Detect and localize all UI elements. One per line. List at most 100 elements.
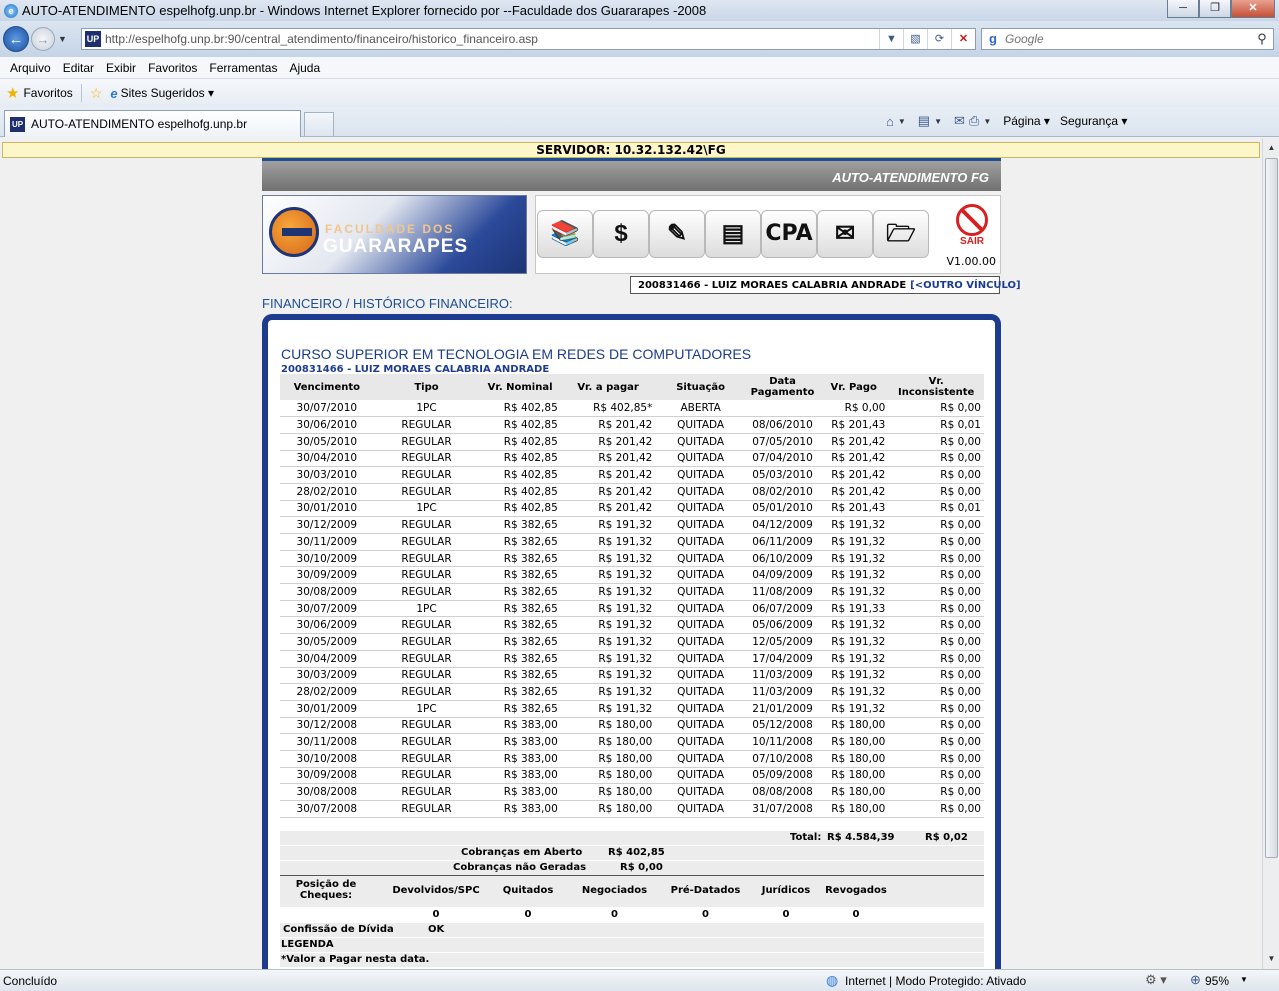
cell-vr-a-pagar: R$ 180,00 <box>560 800 656 818</box>
total-pago-value: R$ 4.584,39 <box>827 832 895 843</box>
back-button[interactable]: ← <box>3 26 29 52</box>
col-vr-pago: Vr. Pago <box>819 374 889 400</box>
address-dropdown-icon[interactable]: ▼ <box>879 29 903 49</box>
home-icon[interactable]: ⌂ <box>886 114 894 129</box>
cell-vencimento: 30/09/2009 <box>280 566 374 585</box>
cell-vr-a-pagar: R$ 191,32 <box>560 516 656 534</box>
suggested-sites-button[interactable]: Sites Sugeridos ▾ <box>121 86 214 100</box>
cell-vr-pago: R$ 201,43 <box>819 500 889 518</box>
close-button[interactable]: ✕ <box>1231 0 1275 18</box>
section-title: FINANCEIRO / HISTÓRICO FINANCEIRO: <box>262 296 513 311</box>
print-icon[interactable]: ⎙ <box>969 113 979 129</box>
minimize-button[interactable]: ─ <box>1167 0 1199 18</box>
outro-vinculo-link[interactable]: [<OUTRO VÍNCULO] <box>910 280 1020 291</box>
forward-button[interactable]: → <box>31 27 55 51</box>
protected-mode-icon[interactable]: ⚙ ▾ <box>1145 972 1167 988</box>
cell-vr-a-pagar: R$ 180,00 <box>560 767 656 785</box>
zone-text[interactable]: Internet | Modo Protegido: Ativado <box>845 974 1026 988</box>
summary-section: Total: R$ 4.584,39 R$ 0,02 Cobranças em … <box>280 830 984 967</box>
em-aberto-row: Cobranças em Aberto R$ 402,85 <box>280 845 984 860</box>
pencil-icon[interactable]: ✎ <box>649 210 705 258</box>
financial-panel: CURSO SUPERIOR EM TECNOLOGIA EM REDES DE… <box>262 314 1001 969</box>
cell-vr-a-pagar: R$ 201,42 <box>560 433 656 451</box>
cell-vr-inconsistente: R$ 0,00 <box>888 516 984 534</box>
search-box[interactable]: g ⚲ <box>981 28 1274 50</box>
cell-situacao: ABERTA <box>655 400 746 418</box>
cheques-revogados-header: Revogados <box>825 885 887 896</box>
compatibility-view-icon[interactable]: ▧ <box>903 29 927 49</box>
cell-vr-pago: R$ 191,32 <box>819 583 889 601</box>
cell-vr-pago: R$ 201,42 <box>819 483 889 501</box>
search-input[interactable] <box>1005 32 1251 46</box>
search-icon[interactable]: ⚲ <box>1251 31 1273 47</box>
cell-tipo: REGULAR <box>373 450 480 468</box>
site-favicon-icon: UP <box>85 31 101 47</box>
menu-favoritos[interactable]: Favoritos <box>142 61 203 75</box>
cell-vr-nominal: R$ 382,65 <box>479 633 561 651</box>
col-vr-a-pagar: Vr. a pagar <box>560 374 656 400</box>
cell-vr-nominal: R$ 382,65 <box>479 566 561 585</box>
mail-icon[interactable]: ✉ <box>817 210 873 258</box>
mail-icon[interactable]: ✉ <box>954 113 965 129</box>
cell-tipo: REGULAR <box>373 783 480 801</box>
print-dropdown-icon[interactable]: ▼ <box>983 117 991 126</box>
cell-vencimento: 30/06/2010 <box>280 416 374 434</box>
cpa-button[interactable]: CPA <box>761 210 817 258</box>
home-dropdown-icon[interactable]: ▼ <box>898 117 906 126</box>
add-favorite-icon[interactable]: ☆ <box>90 85 103 102</box>
cell-data-pagamento <box>745 400 820 418</box>
cell-situacao: QUITADA <box>655 633 746 651</box>
sair-button[interactable]: SAIR <box>952 204 992 252</box>
cell-vencimento: 30/07/2009 <box>280 600 374 618</box>
cell-situacao: QUITADA <box>655 700 746 718</box>
cell-situacao: QUITADA <box>655 566 746 585</box>
address-bar[interactable]: UP http://espelhofg.unp.br:90/central_at… <box>81 28 976 50</box>
folder-icon[interactable]: 🗁 <box>873 210 929 258</box>
tab-auto-atendimento[interactable]: UP AUTO-ATENDIMENTO espelhofg.unp.br <box>4 110 301 137</box>
zoom-dropdown-icon[interactable]: ▼ <box>1240 975 1248 984</box>
cell-vr-pago: R$ 0,00 <box>819 400 889 418</box>
scroll-up-icon[interactable]: ▲ <box>1264 140 1279 156</box>
cell-situacao: QUITADA <box>655 500 746 518</box>
status-text: Concluído <box>3 974 58 988</box>
url-text[interactable]: http://espelhofg.unp.br:90/central_atend… <box>105 32 879 46</box>
address-toolbar: ← → ▼ UP http://espelhofg.unp.br:90/cent… <box>0 21 1279 57</box>
cell-vr-inconsistente: R$ 0,00 <box>888 733 984 751</box>
page-menu[interactable]: Página ▾ <box>1003 114 1050 128</box>
menu-arquivo[interactable]: Arquivo <box>4 61 57 75</box>
cell-vr-nominal: R$ 382,65 <box>479 516 561 534</box>
cell-vr-pago: R$ 191,33 <box>819 600 889 618</box>
books-icon[interactable]: 📚 <box>537 210 593 258</box>
total-inconsistente-value: R$ 0,02 <box>925 832 968 843</box>
cell-situacao: QUITADA <box>655 583 746 601</box>
safety-menu[interactable]: Segurança ▾ <box>1060 114 1127 128</box>
scroll-down-icon[interactable]: ▼ <box>1264 951 1279 967</box>
cell-vr-inconsistente: R$ 0,00 <box>888 600 984 618</box>
dollar-icon[interactable]: $ <box>593 210 649 258</box>
new-tab-button[interactable] <box>304 112 334 136</box>
stop-icon[interactable]: ✕ <box>951 29 975 49</box>
menu-ferramentas[interactable]: Ferramentas <box>203 61 283 75</box>
cell-vr-pago: R$ 201,43 <box>819 416 889 434</box>
menu-exibir[interactable]: Exibir <box>100 61 142 75</box>
scroll-thumb[interactable] <box>1265 158 1278 858</box>
vertical-scrollbar[interactable]: ▲ ▼ <box>1262 138 1279 969</box>
documents-icon[interactable]: ▤ <box>705 210 761 258</box>
version-label: V1.00.00 <box>946 255 996 268</box>
col-situacao: Situação <box>655 374 746 400</box>
table-row: 30/05/2010 REGULAR R$ 402,85 R$ 201,42 QUITA… <box>280 433 984 451</box>
feeds-dropdown-icon[interactable]: ▼ <box>934 117 942 126</box>
maximize-button[interactable]: ❐ <box>1199 0 1231 18</box>
cell-data-pagamento: 17/04/2009 <box>745 650 820 668</box>
refresh-icon[interactable]: ⟳ <box>927 29 951 49</box>
favorites-button[interactable]: Favoritos <box>23 86 72 100</box>
zoom-level[interactable]: 95% <box>1205 974 1229 988</box>
menu-editar[interactable]: Editar <box>57 61 100 75</box>
cell-vr-nominal: R$ 382,65 <box>479 583 561 601</box>
menu-ajuda[interactable]: Ajuda <box>283 61 326 75</box>
feeds-icon[interactable]: ▤ <box>918 113 930 129</box>
history-dropdown-icon[interactable]: ▼ <box>58 34 67 44</box>
legenda-note: *Valor a Pagar nesta data. <box>281 954 430 965</box>
cell-vencimento: 30/07/2010 <box>280 400 374 418</box>
table-row: 30/04/2010 REGULAR R$ 402,85 R$ 201,42 QUITA… <box>280 450 984 468</box>
